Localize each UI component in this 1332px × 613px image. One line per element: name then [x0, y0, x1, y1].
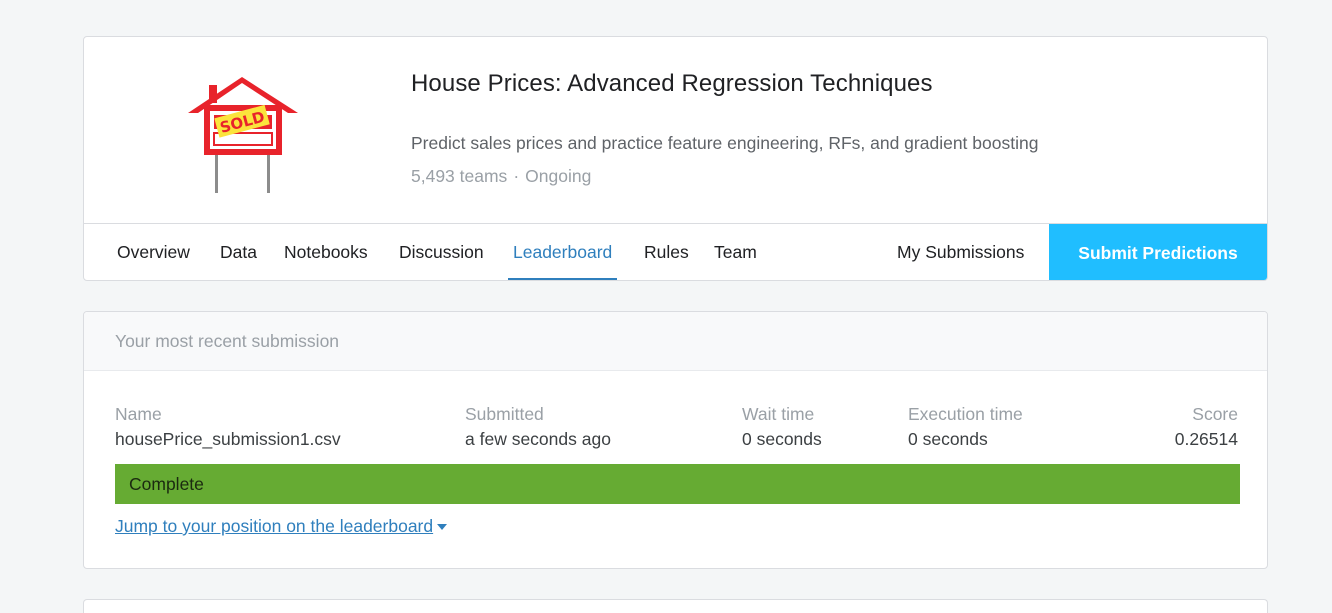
my-submissions-link[interactable]: My Submissions — [897, 224, 1024, 280]
status-badge: Complete — [115, 464, 1240, 504]
competition-description: Predict sales prices and practice featur… — [411, 133, 1039, 153]
tab-team[interactable]: Team — [714, 224, 757, 280]
competition-header-card: SOLD House Prices: Advanced Regression T… — [83, 36, 1268, 281]
caret-down-icon — [437, 524, 448, 531]
jump-link-label: Jump to your position on the leaderboard — [115, 516, 434, 536]
next-card — [83, 599, 1268, 613]
competition-status: Ongoing — [525, 166, 592, 186]
submitted-column-label: Submitted — [465, 404, 544, 424]
tab-data[interactable]: Data — [220, 224, 257, 280]
submitted-time: a few seconds ago — [465, 429, 611, 449]
recent-submission-heading: Your most recent submission — [84, 312, 1267, 371]
score-value: 0.26514 — [1174, 429, 1238, 449]
wait-time-value: 0 seconds — [742, 429, 822, 449]
competition-meta: 5,493 teams · Ongoing — [411, 166, 591, 187]
sold-house-sign-icon: SOLD — [188, 77, 298, 193]
submission-file-name: housePrice_submission1.csv — [115, 429, 341, 449]
name-column-label: Name — [115, 404, 162, 424]
tab-leaderboard[interactable]: Leaderboard — [507, 224, 618, 280]
execution-time-column-label: Execution time — [908, 404, 1023, 424]
score-column-label: Score — [1192, 404, 1238, 424]
jump-to-leaderboard-link[interactable]: Jump to your position on the leaderboard — [115, 516, 448, 537]
meta-separator: · — [513, 166, 520, 186]
tab-overview[interactable]: Overview — [117, 224, 190, 280]
tab-rules[interactable]: Rules — [644, 224, 689, 280]
wait-time-column-label: Wait time — [742, 404, 815, 424]
execution-time-value: 0 seconds — [908, 429, 988, 449]
tab-notebooks[interactable]: Notebooks — [284, 224, 368, 280]
submit-predictions-button[interactable]: Submit Predictions — [1049, 224, 1267, 280]
page-title: House Prices: Advanced Regression Techni… — [411, 70, 933, 97]
competition-tab-bar: Overview Data Notebooks Discussion Leade… — [84, 223, 1267, 280]
recent-submission-card: Your most recent submission Name housePr… — [83, 311, 1268, 569]
tab-discussion[interactable]: Discussion — [399, 224, 484, 280]
team-count: 5,493 teams — [411, 166, 508, 186]
